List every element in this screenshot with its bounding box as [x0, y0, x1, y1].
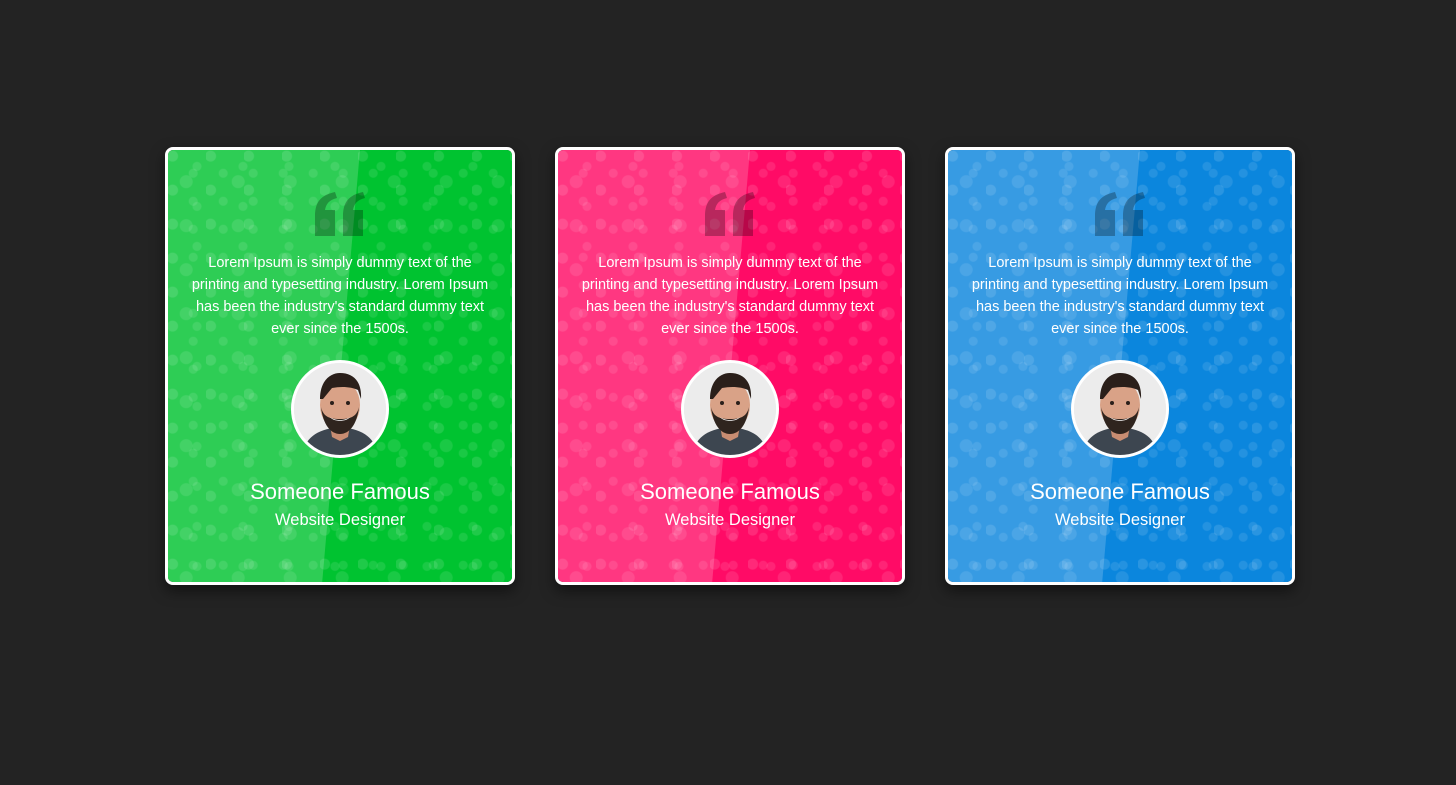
testimonial-quote: Lorem Ipsum is simply dummy text of the …: [581, 255, 879, 337]
testimonial-card-pink: Lorem Ipsum is simply dummy text of the …: [555, 147, 905, 585]
quote-left-icon: [558, 192, 902, 241]
person-avatar: [681, 360, 779, 458]
person-role: Website Designer: [275, 511, 405, 529]
person-name: Someone Famous: [1030, 479, 1210, 504]
testimonial-card-green: Lorem Ipsum is simply dummy text of the …: [165, 147, 515, 585]
person-role: Website Designer: [665, 511, 795, 529]
person-avatar: [291, 360, 389, 458]
person-name: Someone Famous: [250, 479, 430, 504]
testimonial-card-blue: Lorem Ipsum is simply dummy text of the …: [945, 147, 1295, 585]
quote-left-icon: [948, 192, 1292, 241]
quote-left-icon: [168, 192, 512, 241]
person-avatar: [1071, 360, 1169, 458]
testimonial-quote: Lorem Ipsum is simply dummy text of the …: [191, 255, 489, 337]
person-role: Website Designer: [1055, 511, 1185, 529]
testimonial-cards-row: Lorem Ipsum is simply dummy text of the …: [165, 147, 1295, 585]
person-name: Someone Famous: [640, 479, 820, 504]
testimonial-quote: Lorem Ipsum is simply dummy text of the …: [971, 255, 1269, 337]
